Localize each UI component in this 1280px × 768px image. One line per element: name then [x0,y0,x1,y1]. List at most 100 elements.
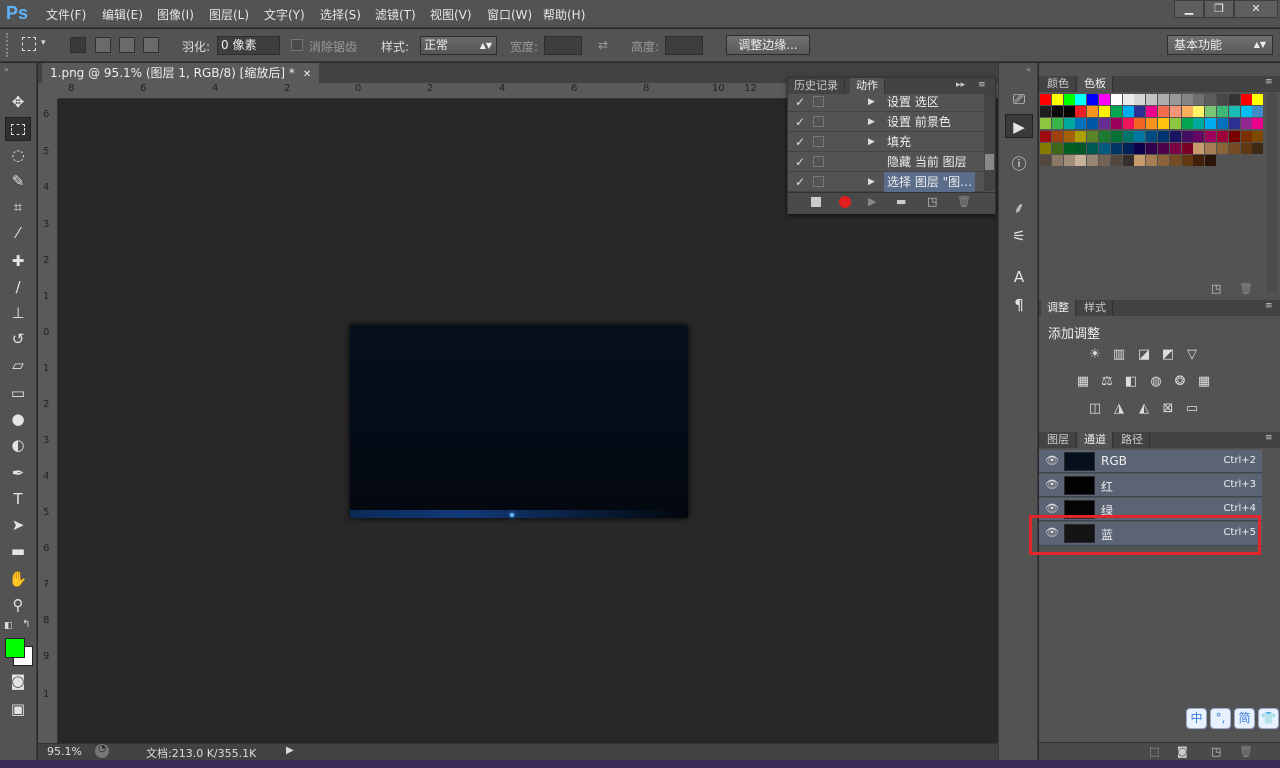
color-swatch[interactable] [1158,155,1169,166]
collapse-icon[interactable]: » [4,65,9,74]
levels-icon[interactable]: ▥ [1111,348,1127,362]
type-tool-icon[interactable]: T [5,487,31,511]
menu-edit[interactable]: 编辑(E) [102,6,143,23]
color-swatch[interactable] [1181,142,1193,154]
color-swatch[interactable] [1040,106,1051,118]
blur-tool-icon[interactable]: ● [5,407,31,431]
collapse-panel-icon[interactable]: ▸▸ [956,80,965,90]
tab-layers[interactable]: 图层 [1041,432,1076,448]
color-swatch[interactable] [1228,94,1240,105]
foreground-color-swatch[interactable] [5,638,25,658]
color-swatch[interactable] [1122,130,1134,142]
color-swatch[interactable] [1063,118,1075,130]
color-swatch[interactable] [1075,130,1087,142]
tab-color[interactable]: 颜色 [1041,76,1076,92]
refine-edge-button[interactable]: 调整边缘... [726,35,810,55]
color-swatch[interactable] [1158,106,1169,118]
color-swatch[interactable] [1217,94,1228,105]
shape-tool-icon[interactable]: ▬ [5,539,31,563]
close-button[interactable]: ✕ [1234,0,1278,18]
actions-scrollbar[interactable] [984,94,995,191]
color-swatch[interactable] [1193,155,1205,166]
color-swatch[interactable] [1181,130,1193,142]
vibrance-icon[interactable]: ▽ [1184,348,1200,362]
color-swatch[interactable] [1169,106,1181,118]
color-swatch[interactable] [1205,155,1217,166]
feather-input[interactable]: 0 像素 [217,36,280,55]
color-swatch[interactable] [1099,142,1110,154]
quick-mask-icon[interactable]: ◙ [5,669,31,693]
ime-skin-button[interactable]: 👕 [1258,708,1279,729]
status-icon[interactable]: ◔ [95,744,109,758]
channel-mixer-icon[interactable]: ❂ [1172,375,1188,389]
actions-panel-icon[interactable]: ▶ [1005,114,1033,138]
color-swatch[interactable] [1205,130,1217,142]
color-swatch[interactable] [1158,118,1169,130]
chevron-down-icon[interactable]: ▾ [41,38,46,48]
color-swatch[interactable] [1040,130,1051,142]
stop-icon[interactable] [811,197,821,207]
hue-saturation-icon[interactable]: ▦ [1075,375,1091,389]
height-input[interactable] [665,36,703,55]
color-swatch[interactable] [1110,94,1122,105]
eraser-tool-icon[interactable]: ▱ [5,353,31,377]
color-swatch[interactable] [1217,118,1228,130]
color-swatch[interactable] [1051,118,1063,130]
zoom-level[interactable]: 95.1% [47,745,82,758]
ime-punct-button[interactable]: °, [1210,708,1231,729]
brush-panel-icon[interactable]: ⸙ [1005,196,1033,220]
color-swatch[interactable] [1228,106,1240,118]
color-swatch[interactable] [1252,118,1264,130]
action-row[interactable]: ✓ 隐藏 当前 图层 [788,152,984,172]
antialias-checkbox[interactable] [291,39,303,51]
color-swatch[interactable] [1040,118,1051,130]
color-swatch[interactable] [1252,106,1264,118]
color-swatch[interactable] [1146,106,1158,118]
color-swatch[interactable] [1099,94,1110,105]
color-swatch[interactable] [1146,130,1158,142]
color-swatch[interactable] [1087,155,1099,166]
color-swatch[interactable] [1193,130,1205,142]
save-selection-icon[interactable]: ◙ [1177,745,1188,758]
panel-menu-icon[interactable]: ≡ [1265,301,1273,311]
color-swatch[interactable] [1110,118,1122,130]
gradient-map-icon[interactable]: ▭ [1184,402,1200,416]
default-colors-icon[interactable]: ◧ [4,621,13,631]
restore-button[interactable]: ❐ [1204,0,1234,18]
swatch-grid[interactable] [1039,94,1265,212]
color-swatch[interactable] [1193,142,1205,154]
color-swatch[interactable] [1193,118,1205,130]
workspace-select[interactable]: 基本功能 ▲▼ [1167,35,1273,55]
color-swatch[interactable] [1075,118,1087,130]
load-selection-icon[interactable]: ⬚ [1149,745,1159,758]
ime-chinese-button[interactable]: 中 [1186,708,1207,729]
color-swatch[interactable] [1252,94,1264,105]
color-swatch[interactable] [1158,130,1169,142]
color-swatch[interactable] [1110,130,1122,142]
zoom-tool-icon[interactable]: ⚲ [5,593,31,617]
tab-swatches[interactable]: 色板 [1078,76,1113,92]
color-swatch[interactable] [1063,155,1075,166]
color-swatch[interactable] [1181,94,1193,105]
channel-row-rgb[interactable]: 👁 RGB Ctrl+2 [1039,450,1262,473]
minimize-button[interactable]: ▁ [1174,0,1204,18]
color-swatch[interactable] [1169,142,1181,154]
curves-icon[interactable]: ◪ [1136,348,1152,362]
panel-menu-icon[interactable]: ≡ [978,80,986,90]
color-swatch[interactable] [1110,155,1122,166]
tab-styles[interactable]: 样式 [1078,300,1113,316]
lasso-tool-icon[interactable]: ◌ [5,143,31,167]
record-icon[interactable] [839,196,851,208]
color-swatch[interactable] [1122,94,1134,105]
subtract-selection-icon[interactable] [119,37,135,53]
color-swatch[interactable] [1240,94,1252,105]
color-swatch[interactable] [1169,130,1181,142]
color-swatch[interactable] [1252,142,1264,154]
color-swatch[interactable] [1087,130,1099,142]
action-row[interactable]: ✓ ▶ 填充 [788,132,984,152]
menu-image[interactable]: 图像(I) [157,6,194,23]
color-swatch[interactable] [1099,130,1110,142]
color-swatch[interactable] [1110,142,1122,154]
color-swatch[interactable] [1075,106,1087,118]
new-action-icon[interactable]: ◳ [927,195,937,208]
